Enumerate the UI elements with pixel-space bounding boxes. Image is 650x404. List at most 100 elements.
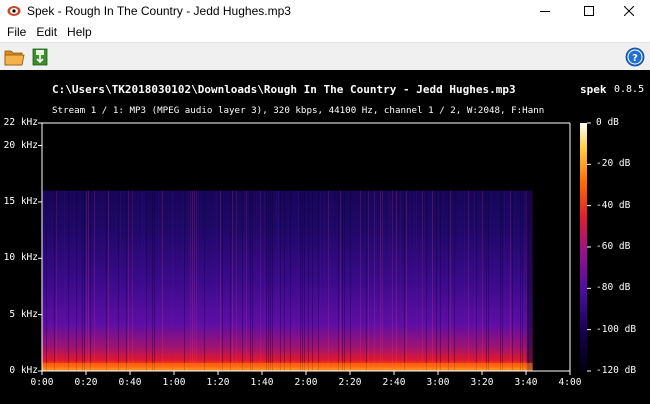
spectrum-streak <box>414 190 415 371</box>
spectrum-streak <box>146 190 147 371</box>
spectrum-fade <box>526 190 533 371</box>
maximize-icon <box>584 6 594 16</box>
spectrum-streak <box>172 190 173 371</box>
spectrum-streak <box>484 191 485 371</box>
title-bar: Spek - Rough In The Country - Jedd Hughe… <box>0 0 650 22</box>
x-tick-label: 1:00 <box>162 377 186 388</box>
spectrum-streak <box>276 190 277 371</box>
spectrum-streak <box>306 190 307 371</box>
spectrum-streak <box>244 190 245 371</box>
svg-text:?: ? <box>632 53 638 64</box>
db-tick-label: -20 dB <box>596 158 631 170</box>
spectrum-streak <box>264 190 265 371</box>
spectrum-streak <box>290 190 291 371</box>
spectrum-streak <box>312 190 313 371</box>
x-tick-label: 0:20 <box>74 377 98 388</box>
spectrum-streak <box>194 190 195 371</box>
spectrum-streak <box>324 190 325 371</box>
spectrum-streak <box>406 190 407 371</box>
db-tick-label: -60 dB <box>596 241 631 252</box>
spectrum-streak <box>520 190 521 371</box>
spectrum-streak <box>126 190 127 371</box>
spectrum-streak <box>400 190 401 371</box>
spectrum-streak <box>416 190 417 371</box>
maximize-button[interactable] <box>568 0 610 22</box>
spectrum-streak <box>138 191 139 371</box>
spectrum-streak <box>118 190 119 371</box>
help-icon[interactable]: ? <box>624 46 646 68</box>
spectrum-streak <box>350 190 351 371</box>
spectrum-streak <box>304 190 305 371</box>
spectrum-streak <box>464 190 465 371</box>
menu-edit[interactable]: Edit <box>31 22 62 42</box>
spectrum-streak <box>220 190 221 371</box>
x-tick-label: 3:20 <box>470 377 494 388</box>
menu-file[interactable]: File <box>2 22 31 42</box>
spectrum-streak <box>54 190 55 371</box>
y-tick-label: 20 kHz <box>3 139 38 151</box>
spectrum-streak <box>410 190 411 371</box>
spectrum-streak <box>474 190 475 371</box>
spectrum-streak <box>86 190 87 371</box>
spectrum-streak <box>388 190 389 371</box>
spectrum-streak <box>158 190 159 371</box>
spectrum-streak <box>74 190 75 371</box>
spectrum-streak <box>390 190 391 371</box>
spectrum-streak <box>102 190 103 371</box>
x-tick-label: 3:40 <box>514 377 538 388</box>
menu-bar: File Edit Help <box>0 22 650 42</box>
spectrum-streak <box>448 190 449 371</box>
y-tick-label: 15 kHz <box>3 195 38 207</box>
spectrum-streak <box>204 190 205 371</box>
spectrum-body <box>42 190 533 371</box>
x-tick-label: 3:00 <box>426 377 450 388</box>
minimize-icon <box>540 11 550 12</box>
spectrum-streak <box>482 190 483 371</box>
spectrum-streak <box>366 190 367 371</box>
spectrum-streak <box>142 190 143 371</box>
spectrum-streak <box>144 190 145 371</box>
spectrum-streak <box>338 190 339 371</box>
spectrum-streak <box>106 190 107 371</box>
spectrum-streak <box>56 190 57 371</box>
spectrum-streak <box>270 190 271 371</box>
spectrogram-panel: C:\Users\TK2018030102\Downloads\Rough In… <box>0 70 650 404</box>
spectrum-streak <box>476 190 477 371</box>
x-tick-label: 0:00 <box>30 377 54 388</box>
spectrum-streak <box>298 190 299 371</box>
minimize-button[interactable] <box>524 0 566 22</box>
spectrum-streak <box>236 190 237 371</box>
spectrum-streak <box>198 190 199 371</box>
spectrum-streak <box>108 190 109 371</box>
spectrum-streak <box>392 190 393 371</box>
spectrum-streak <box>246 190 247 371</box>
spectrum-streak <box>504 190 505 371</box>
spectrum-streak <box>470 191 471 371</box>
spectrum-streak <box>426 190 427 371</box>
db-tick-label: -100 dB <box>596 323 637 335</box>
spectrum-streak <box>404 190 405 371</box>
spectrum-streak <box>78 191 79 371</box>
folder-open-icon[interactable] <box>3 46 25 68</box>
spectrum-streak <box>222 190 223 371</box>
save-image-icon[interactable] <box>29 46 51 68</box>
spectrum-streak <box>308 190 309 371</box>
spek-app-icon <box>7 6 21 16</box>
spectrogram-plot-area <box>42 190 533 371</box>
spectrum-streak <box>76 190 77 371</box>
spectrum-streak <box>422 190 423 371</box>
spectrum-streak <box>440 190 441 371</box>
y-tick-label: 5 kHz <box>9 308 38 320</box>
spectrum-streak <box>332 190 333 371</box>
spectrum-streak <box>94 190 95 371</box>
x-tick-label: 2:00 <box>294 377 318 388</box>
spectrum-streak <box>454 190 455 371</box>
spectrum-streak <box>352 191 353 371</box>
spectrum-streak <box>396 190 397 371</box>
close-button[interactable] <box>608 0 650 22</box>
spectrogram-chart <box>38 122 591 375</box>
menu-help[interactable]: Help <box>62 22 97 42</box>
spectrum-streak <box>278 190 279 371</box>
spectrum-streak <box>154 190 155 371</box>
spectrum-streak <box>46 190 47 371</box>
